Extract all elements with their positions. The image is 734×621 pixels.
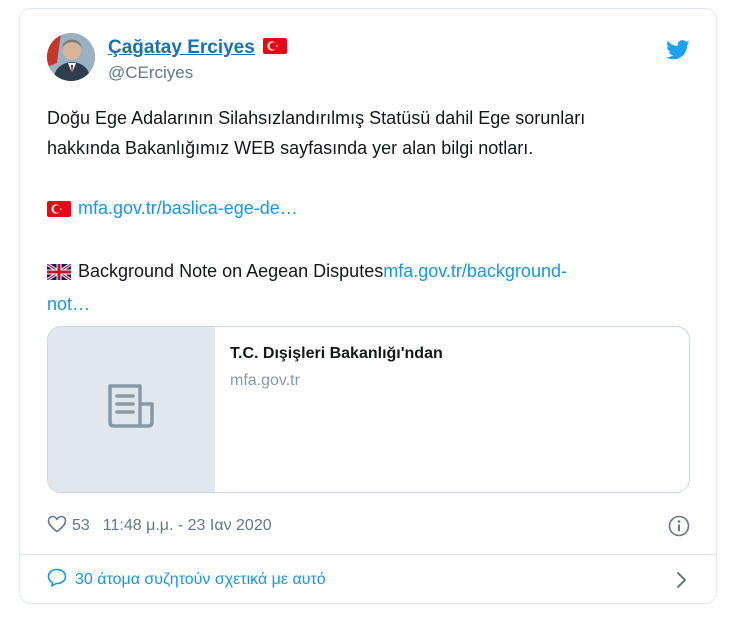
avatar-image <box>47 33 95 81</box>
discussion-link[interactable]: 30 άτομα συζητούν σχετικά με αυτό <box>47 567 690 593</box>
tweet-meta: 53 11:48 μ.μ. - 23 Ιαν 2020 <box>47 514 690 538</box>
link-en-continuation[interactable]: not… <box>47 294 90 314</box>
like-count[interactable]: 53 <box>72 517 90 535</box>
chevron-right-icon[interactable] <box>676 571 688 594</box>
twitter-bird-icon[interactable] <box>666 40 690 65</box>
card-thumbnail <box>48 327 215 492</box>
divider <box>20 554 716 555</box>
info-icon[interactable] <box>668 515 690 542</box>
tweet-card: Çağatay Erciyes @CErciyes Doğu Ege Adala… <box>19 8 717 604</box>
tweet-text: Doğu Ege Adalarının Silahsızlandırılmış … <box>46 103 697 319</box>
turkey-flag-icon <box>262 37 287 59</box>
card-title: T.C. Dışişleri Bakanlığı'ndan <box>230 345 443 362</box>
link-en[interactable]: mfa.gov.tr/background- <box>383 261 567 281</box>
timestamp[interactable]: 11:48 μ.μ. - 23 Ιαν 2020 <box>103 517 272 535</box>
heart-icon[interactable] <box>47 515 67 538</box>
uk-flag-icon <box>46 259 72 289</box>
link-tr[interactable]: mfa.gov.tr/baslica-ege-de… <box>78 198 298 218</box>
english-text: Background Note on Aegean Disputes <box>78 261 384 281</box>
tweet-text-line: hakkında Bakanlığımız WEB sayfasında yer… <box>47 138 534 158</box>
avatar[interactable] <box>47 33 95 81</box>
document-icon <box>106 382 158 437</box>
tweet-text-line: Doğu Ege Adalarının Silahsızlandırılmış … <box>47 108 586 128</box>
author-display-name[interactable]: Çağatay Erciyes <box>108 37 255 59</box>
turkey-flag-icon <box>47 196 71 226</box>
card-domain: mfa.gov.tr <box>230 372 300 389</box>
link-preview-card[interactable]: T.C. Dışişleri Bakanlığı'ndan mfa.gov.tr <box>47 326 690 493</box>
author-block: Çağatay Erciyes @CErciyes <box>108 37 287 83</box>
reply-bubble-icon <box>47 568 67 592</box>
author-handle[interactable]: @CErciyes <box>108 63 287 83</box>
discussion-label[interactable]: 30 άτομα συζητούν σχετικά με αυτό <box>75 571 326 589</box>
